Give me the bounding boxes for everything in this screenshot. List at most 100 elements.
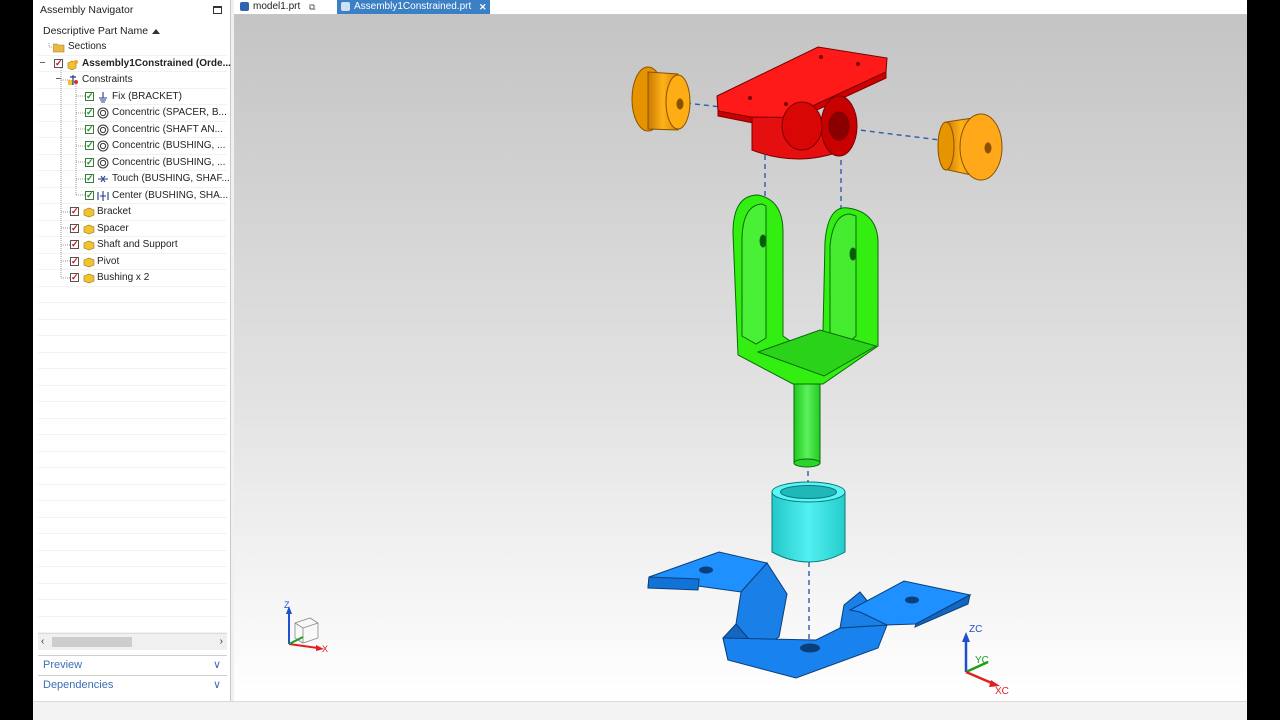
- assembly-icon: [67, 59, 78, 70]
- tab-label: Assembly1Constrained.prt: [354, 1, 472, 12]
- constraint-checkbox[interactable]: ✓: [85, 157, 94, 167]
- visibility-checkbox[interactable]: ✓: [70, 240, 79, 249]
- tree-row-label: Shaft and Support: [97, 239, 178, 250]
- tree-row-label: Bushing x 2: [97, 272, 150, 283]
- triad-x-label: X: [322, 644, 328, 654]
- tree-row-label: Assembly1Constrained (Orde...: [82, 57, 231, 69]
- component-icon: [83, 224, 95, 234]
- close-icon[interactable]: ✕: [479, 2, 487, 13]
- scroll-thumb[interactable]: [52, 637, 132, 647]
- bracket-part: [647, 551, 972, 679]
- csys-triad: ZC YC XC: [962, 624, 1009, 697]
- tree-row-pivot[interactable]: ✓ Pivot: [38, 254, 227, 271]
- column-header[interactable]: Descriptive Part Name: [38, 22, 227, 40]
- tree-row-label: Spacer: [97, 222, 129, 234]
- constraints-icon: [68, 75, 78, 85]
- modified-icon: ⧉: [309, 2, 316, 12]
- visibility-checkbox[interactable]: ✓: [70, 273, 79, 282]
- assembly-tree: Sections ✓ Assembly1Constrained (Orde...…: [38, 39, 231, 633]
- shaft-and-support-part: [732, 194, 879, 468]
- pivot-part: [716, 46, 888, 160]
- tree-row-constraint-concentric-3[interactable]: ✓ Concentric (BUSHING, ...: [38, 138, 227, 155]
- chevron-down-icon[interactable]: ∨: [213, 678, 221, 691]
- dependencies-section[interactable]: Dependencies ∨: [38, 675, 227, 695]
- tree-row-constraints[interactable]: Constraints: [38, 72, 227, 89]
- part-file-icon: [240, 2, 249, 11]
- visibility-checkbox[interactable]: ✓: [70, 256, 79, 266]
- bushing-right-part: [937, 113, 1003, 181]
- constraint-checkbox[interactable]: ✓: [85, 141, 94, 150]
- constraint-checkbox[interactable]: ✓: [85, 108, 94, 117]
- view-triad-small: Z X: [284, 600, 328, 654]
- csys-yc-label: YC: [975, 655, 989, 666]
- collapse-icon[interactable]: [56, 78, 61, 79]
- graphics-viewport[interactable]: Z X ZC YC XC: [234, 15, 1247, 701]
- constraint-checkbox[interactable]: ✓: [85, 190, 94, 200]
- maximize-icon[interactable]: [213, 6, 222, 14]
- exploded-assembly-view: Z X ZC YC XC: [284, 46, 1009, 697]
- visibility-checkbox[interactable]: ✓: [54, 58, 63, 68]
- tree-row-spacer[interactable]: ✓ Spacer: [38, 221, 227, 238]
- tab-model1[interactable]: model1.prt ⧉: [236, 0, 326, 14]
- tree-row-label: Concentric (SHAFT AN...: [112, 123, 223, 135]
- touch-align-icon: [98, 175, 108, 183]
- scroll-left-icon[interactable]: ‹: [41, 636, 44, 647]
- tree-row-label: Sections: [68, 41, 107, 52]
- collapse-icon[interactable]: [40, 61, 45, 63]
- constraint-checkbox[interactable]: ✓: [85, 91, 94, 101]
- column-header-label: Descriptive Part Name: [43, 25, 149, 37]
- part-file-icon: [341, 2, 350, 11]
- chevron-down-icon[interactable]: ∨: [213, 658, 221, 671]
- component-icon: [83, 273, 95, 284]
- spacer-part: [771, 481, 846, 563]
- folder-icon: [53, 43, 65, 53]
- tree-row-label: Concentric (BUSHING, ...: [112, 156, 226, 168]
- document-tab-bar: model1.prt ⧉ Assembly1Constrained.prt ✕: [234, 0, 1247, 15]
- tree-row-constraint-concentric-1[interactable]: ✓ Concentric (SPACER, B...: [38, 105, 227, 122]
- tree-row-label: Bracket: [97, 206, 131, 217]
- tree-row-bushing[interactable]: ✓ Bushing x 2: [38, 270, 227, 287]
- visibility-checkbox[interactable]: ✓: [70, 207, 79, 216]
- component-icon: [83, 240, 95, 251]
- csys-zc-label: ZC: [969, 624, 982, 635]
- component-icon: [83, 257, 95, 267]
- tree-row-constraint-fix[interactable]: ✓ Fix (BRACKET): [38, 89, 227, 106]
- concentric-icon: [97, 124, 109, 135]
- component-icon: [83, 207, 95, 218]
- tree-row-label: Touch (BUSHING, SHAF...: [112, 173, 230, 184]
- tree-row-constraint-center[interactable]: ✓ Center (BUSHING, SHA...: [38, 188, 229, 205]
- preview-section[interactable]: Preview ∨: [38, 655, 227, 675]
- fix-constraint-icon: [99, 91, 107, 103]
- center-constraint-icon: [97, 190, 109, 201]
- tree-row-bracket[interactable]: ✓ Bracket: [38, 204, 227, 221]
- constraint-checkbox[interactable]: ✓: [85, 174, 94, 183]
- visibility-checkbox[interactable]: ✓: [70, 223, 79, 233]
- tree-row-label: Fix (BRACKET): [112, 90, 182, 102]
- navigator-title: Assembly Navigator: [40, 4, 134, 16]
- tab-assembly1constrained[interactable]: Assembly1Constrained.prt ✕: [337, 0, 490, 14]
- triad-z-label: Z: [284, 600, 290, 610]
- constraint-checkbox[interactable]: ✓: [85, 124, 94, 134]
- horizontal-scrollbar[interactable]: ‹ ›: [38, 633, 227, 650]
- tree-row-shaft-and-support[interactable]: ✓ Shaft and Support: [38, 237, 227, 254]
- tree-row-constraint-concentric-4[interactable]: ✓ Concentric (BUSHING, ...: [38, 155, 227, 172]
- dependencies-label: Dependencies: [43, 679, 114, 691]
- assembly-navigator-panel: Assembly Navigator Descriptive Part Name: [33, 0, 231, 720]
- nx-window: Assembly Navigator Descriptive Part Name: [33, 0, 1247, 720]
- tree-row-label: Concentric (SPACER, B...: [112, 107, 227, 118]
- tree-row-constraint-touch[interactable]: ✓ Touch (BUSHING, SHAF...: [38, 171, 230, 188]
- scroll-right-icon[interactable]: ›: [220, 636, 223, 647]
- tree-row-constraint-concentric-2[interactable]: ✓ Concentric (SHAFT AN...: [38, 122, 227, 139]
- tree-row-label: Center (BUSHING, SHA...: [112, 189, 229, 201]
- concentric-icon: [97, 157, 109, 168]
- tab-label: model1.prt: [253, 1, 301, 12]
- concentric-icon: [97, 107, 109, 119]
- tree-row-sections[interactable]: Sections: [38, 39, 227, 56]
- concentric-icon: [97, 140, 109, 152]
- sort-ascending-icon[interactable]: [152, 29, 160, 34]
- tree-row-label: Constraints: [82, 74, 133, 85]
- bushing-left-part: [631, 66, 691, 132]
- csys-xc-label: XC: [995, 686, 1009, 697]
- status-bar: [33, 701, 1247, 720]
- tree-row-assembly[interactable]: ✓ Assembly1Constrained (Orde...: [38, 56, 231, 73]
